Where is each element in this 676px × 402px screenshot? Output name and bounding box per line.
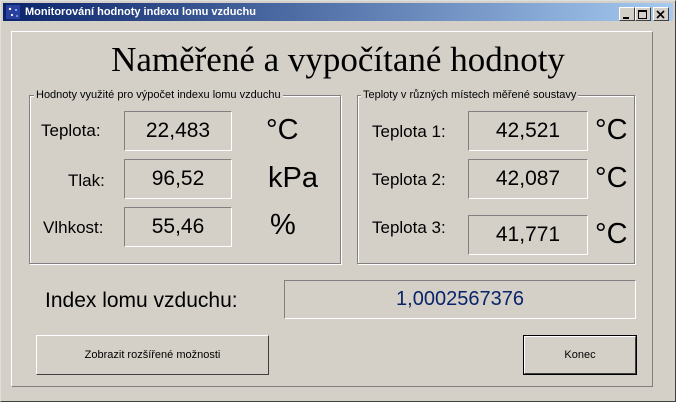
measurement-group-legend: Hodnoty využité pro výpočet indexu lomu … (34, 88, 283, 102)
temperature-group-legend: Teploty v různých místech měřené soustav… (361, 88, 579, 102)
title-bar[interactable]: Monitorování hodnoty indexu lomu vzduchu (3, 3, 673, 21)
advanced-options-button[interactable]: Zobrazit rozšířené možnosti (36, 335, 269, 375)
close-window-button[interactable] (653, 7, 669, 21)
refractive-index-label: Index lomu vzduchu: (45, 289, 238, 312)
temperature-2-unit: °C (595, 162, 628, 194)
pressure-unit: kPa (268, 162, 318, 194)
refractive-index-field: 1,0002567376 (284, 280, 636, 319)
pressure-field: 96,52 (124, 159, 232, 199)
temperature-2-field: 42,087 (468, 159, 588, 199)
temperature-field: 22,483 (124, 111, 232, 151)
humidity-label: Vlhkost: (43, 218, 104, 237)
temperature-2-label: Teplota 2: (372, 170, 446, 189)
page-title: Naměřené a vypočítané hodnoty (111, 40, 565, 79)
maximize-icon (638, 10, 647, 19)
temperature-3-field: 41,771 (468, 215, 588, 255)
app-icon (6, 5, 20, 19)
temperature-label: Teplota: (41, 121, 101, 140)
temperature-1-field: 42,521 (468, 111, 588, 151)
temperature-3-unit: °C (595, 218, 628, 250)
pressure-label: Tlak: (68, 171, 105, 190)
minimize-button[interactable] (619, 7, 635, 21)
close-icon (656, 10, 665, 19)
temperature-unit: °C (266, 114, 299, 146)
temperature-1-unit: °C (595, 114, 628, 146)
humidity-unit: % (270, 209, 296, 241)
window-title: Monitorování hodnoty indexu lomu vzduchu (25, 6, 256, 18)
minimize-icon (623, 17, 629, 19)
temperature-1-label: Teplota 1: (372, 122, 446, 141)
humidity-field: 55,46 (124, 207, 232, 247)
close-button[interactable]: Konec (523, 335, 637, 375)
maximize-button[interactable] (635, 7, 651, 21)
temperature-3-label: Teplota 3: (372, 218, 446, 237)
